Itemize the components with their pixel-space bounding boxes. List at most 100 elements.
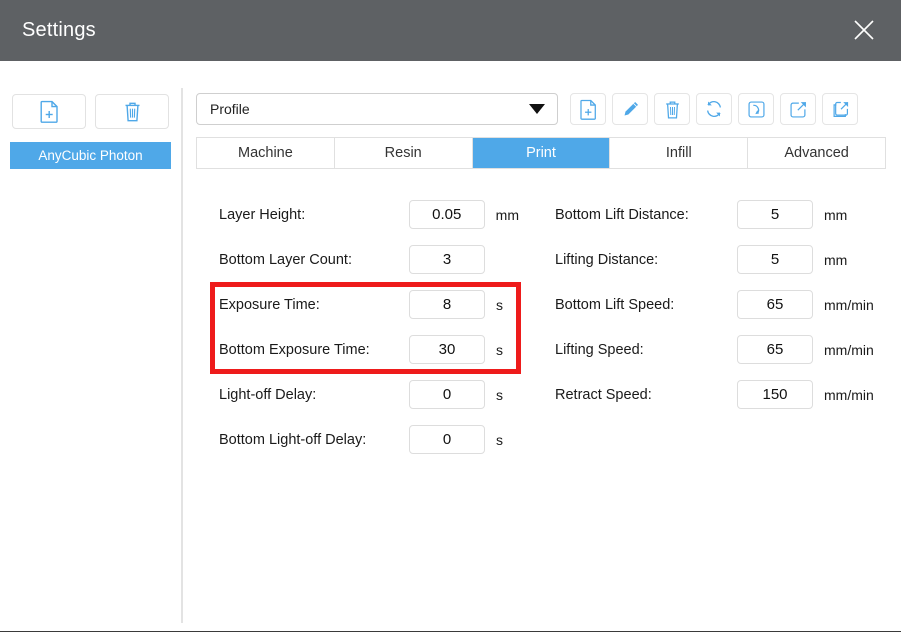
delete-profile-button[interactable] [95, 94, 169, 129]
field-label: Light-off Delay: [219, 386, 317, 403]
tab-label: Advanced [784, 145, 849, 161]
field-bottom-lift-distance: Bottom Lift Distance: 5 mm [555, 192, 885, 237]
field-value: 0 [442, 386, 452, 403]
chevron-down-icon [529, 104, 545, 114]
tab-machine[interactable]: Machine [197, 138, 335, 168]
field-value: 150 [762, 386, 788, 403]
new-button[interactable] [570, 93, 606, 125]
profile-select-value: Profile [210, 101, 250, 117]
exposure-time-input[interactable]: 8 [409, 290, 485, 319]
profile-list: AnyCubic Photon [10, 142, 171, 169]
field-lifting-distance: Lifting Distance: 5 mm [555, 237, 885, 282]
field-label: Lifting Distance: [555, 251, 659, 268]
field-label: Retract Speed: [555, 386, 652, 403]
field-value: 65 [766, 341, 784, 358]
field-value: 30 [438, 341, 456, 358]
new-file-icon [39, 100, 60, 123]
import-button[interactable] [738, 93, 774, 125]
print-settings-right-column: Bottom Lift Distance: 5 mm Lifting Dista… [555, 192, 885, 417]
tab-infill[interactable]: Infill [610, 138, 749, 168]
field-bottom-light-off-delay: Bottom Light-off Delay: 0 s [219, 417, 519, 462]
field-unit: mm [495, 206, 519, 223]
sidebar: AnyCubic Photon [0, 61, 183, 631]
profile-item-label: AnyCubic Photon [38, 148, 143, 163]
field-value: 5 [770, 206, 780, 223]
delete-button[interactable] [654, 93, 690, 125]
layer-height-input[interactable]: 0.05 [408, 200, 485, 229]
field-layer-height: Layer Height: 0.05 mm [219, 192, 519, 237]
reset-button[interactable] [696, 93, 732, 125]
field-unit: mm [824, 206, 848, 223]
bottom-layer-count-input[interactable]: 3 [409, 245, 485, 274]
field-value: 8 [442, 296, 452, 313]
light-off-delay-input[interactable]: 0 [409, 380, 485, 409]
field-value: 5 [770, 251, 780, 268]
field-value: 0.05 [432, 206, 462, 223]
field-unit: s [496, 386, 503, 403]
print-settings-left-column: Layer Height: 0.05 mm Bottom Layer Count… [219, 192, 519, 462]
field-lifting-speed: Lifting Speed: 65 mm/min [555, 327, 885, 372]
field-unit: mm/min [824, 341, 874, 358]
new-profile-button[interactable] [12, 94, 86, 129]
refresh-icon [704, 99, 724, 119]
field-label: Bottom Light-off Delay: [219, 431, 367, 448]
field-label: Lifting Speed: [555, 341, 644, 358]
field-label: Layer Height: [219, 206, 306, 223]
field-label: Exposure Time: [219, 296, 320, 313]
field-unit: mm [824, 251, 848, 268]
field-value: 3 [442, 251, 452, 268]
tab-label: Machine [237, 145, 293, 161]
sidebar-toolbar [12, 94, 169, 129]
field-light-off-delay: Light-off Delay: 0 s [219, 372, 519, 417]
tab-advanced[interactable]: Advanced [748, 138, 885, 168]
trash-icon [122, 100, 143, 123]
field-bottom-exposure-time: Bottom Exposure Time: 30 s [219, 327, 519, 372]
field-unit: s [496, 296, 503, 313]
dialog-body: AnyCubic Photon Profile Machine Resin Pr… [0, 61, 901, 631]
field-label: Bottom Lift Speed: [555, 296, 675, 313]
field-unit: s [496, 341, 503, 358]
right-panel: Profile Machine Resin Print Infill Advan… [182, 61, 901, 631]
title-bar: Settings [0, 0, 901, 61]
pencil-icon [621, 99, 640, 120]
trash-icon [663, 99, 682, 120]
field-value: 0 [442, 431, 452, 448]
export-button[interactable] [780, 93, 816, 125]
export-all-icon [831, 100, 850, 119]
page-title: Settings [22, 19, 96, 41]
tab-resin[interactable]: Resin [334, 138, 473, 168]
lifting-speed-input[interactable]: 65 [737, 335, 813, 364]
field-exposure-time: Exposure Time: 8 s [219, 282, 519, 327]
export-icon [789, 100, 808, 119]
field-label: Bottom Exposure Time: [219, 341, 370, 358]
new-file-icon [579, 99, 598, 120]
bottom-exposure-time-input[interactable]: 30 [409, 335, 485, 364]
close-icon [851, 17, 877, 43]
export-all-button[interactable] [822, 93, 858, 125]
retract-speed-input[interactable]: 150 [737, 380, 813, 409]
tab-label: Print [526, 145, 556, 161]
import-icon [747, 100, 766, 119]
field-unit: mm/min [824, 296, 874, 313]
field-label: Bottom Lift Distance: [555, 206, 689, 223]
settings-tabs: Machine Resin Print Infill Advanced [196, 137, 886, 169]
bottom-light-off-delay-input[interactable]: 0 [409, 425, 485, 454]
field-bottom-lift-speed: Bottom Lift Speed: 65 mm/min [555, 282, 885, 327]
field-value: 65 [766, 296, 784, 313]
sidebar-item-anycubic-photon[interactable]: AnyCubic Photon [10, 142, 171, 169]
close-button[interactable] [837, 7, 891, 53]
field-unit: mm/min [824, 386, 874, 403]
field-bottom-layer-count: Bottom Layer Count: 3 [219, 237, 519, 282]
tab-label: Infill [665, 145, 692, 161]
field-unit: s [496, 431, 503, 448]
profile-action-buttons [570, 93, 858, 125]
lifting-distance-input[interactable]: 5 [737, 245, 813, 274]
bottom-lift-distance-input[interactable]: 5 [737, 200, 813, 229]
profile-select[interactable]: Profile [196, 93, 558, 125]
tab-print[interactable]: Print [472, 138, 611, 168]
bottom-lift-speed-input[interactable]: 65 [737, 290, 813, 319]
edit-button[interactable] [612, 93, 648, 125]
tab-label: Resin [384, 145, 422, 161]
field-retract-speed: Retract Speed: 150 mm/min [555, 372, 885, 417]
settings-window: Settings AnyCubic Photon Profile Machine… [0, 0, 901, 632]
